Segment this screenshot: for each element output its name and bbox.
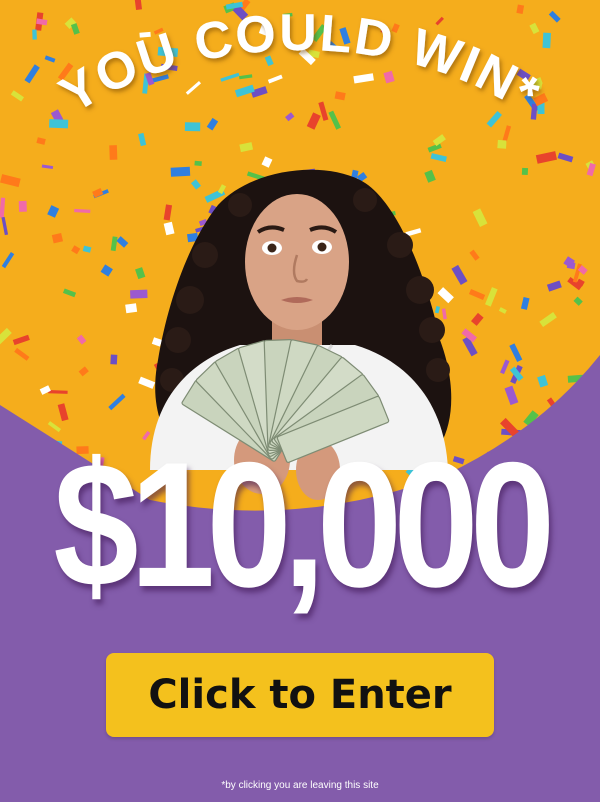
headline-arc: YOU COULD WIN* xyxy=(50,4,551,124)
confetti-piece xyxy=(130,289,148,299)
confetti-piece xyxy=(48,390,68,394)
headline-text: YOU COULD WIN* xyxy=(50,4,549,124)
click-to-enter-button[interactable]: Click to Enter xyxy=(106,653,494,737)
disclaimer-text: *by clicking you are leaving this site xyxy=(221,780,379,791)
sweepstakes-ad[interactable]: YOU COULD WIN* $10,000 Click to Enter *b… xyxy=(0,0,600,802)
confetti-piece xyxy=(125,303,138,314)
prize-amount: $10,000 xyxy=(53,425,555,624)
svg-text:YOU COULD WIN*: YOU COULD WIN* xyxy=(50,4,551,124)
confetti-piece xyxy=(18,200,27,212)
confetti-piece xyxy=(110,354,118,365)
